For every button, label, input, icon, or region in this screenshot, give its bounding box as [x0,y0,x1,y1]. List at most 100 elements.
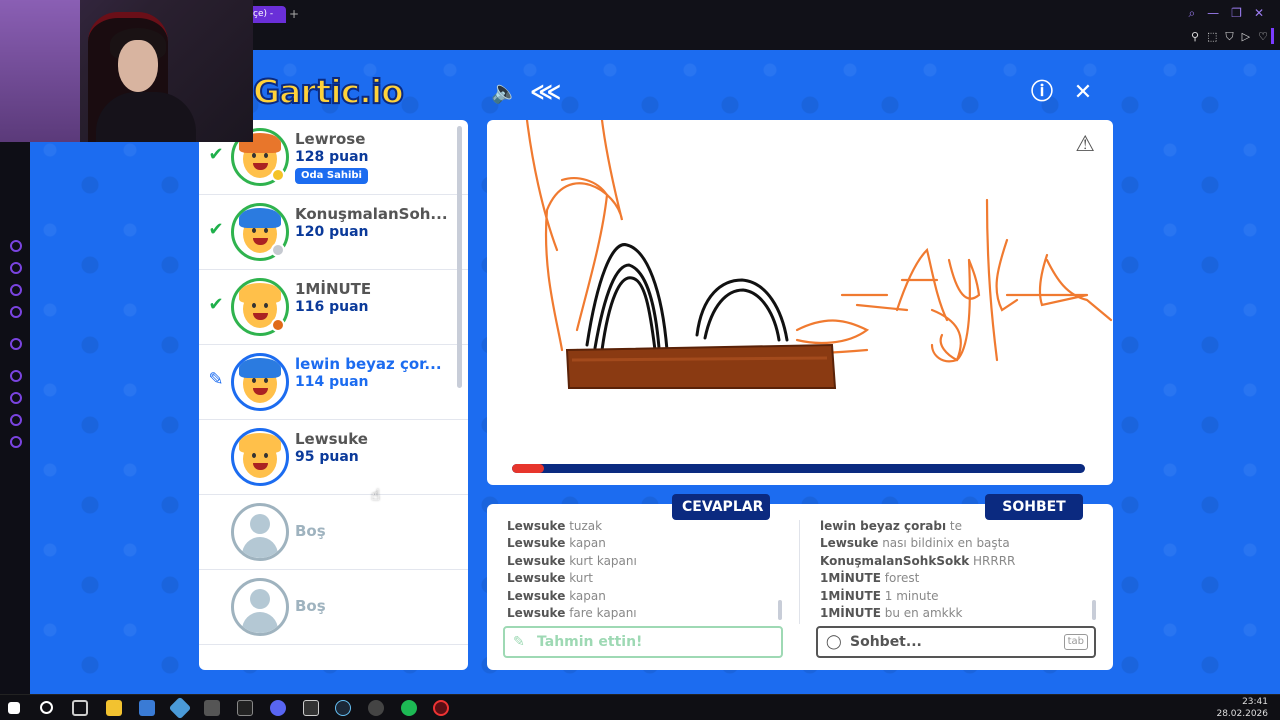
message-user: Lewsuke [507,571,566,586]
webcam-person-body [96,92,196,142]
opera-gx-icon[interactable] [433,700,449,716]
avatar-eye [264,153,268,158]
info-icon[interactable]: ⓘ [1027,78,1057,108]
avatar-eye [264,228,268,233]
gear-icon[interactable] [10,436,22,448]
player-score: 120 puan [295,224,369,240]
avatar-eye [264,303,268,308]
window-controls: ⌕ — ❐ ✕ [1188,6,1264,21]
sound-icon[interactable]: 🔈 [490,78,520,108]
avatar-eye [252,153,256,158]
answer-input[interactable]: ✎ Tahmin ettin! [503,626,783,658]
chat-bubble-icon: ◯ [826,634,842,650]
screenshot-icon[interactable]: ⬚ [1207,30,1217,44]
avatar-hair [239,433,281,453]
report-icon[interactable]: ⚠ [1075,132,1095,157]
player-name: Lewrose [295,130,366,148]
mouse-cursor: ☝ [371,486,381,504]
room-owner-badge: Oda Sahibi [295,168,368,184]
message-user: Lewsuke [507,519,566,533]
epic-games-icon[interactable] [303,700,319,716]
chat-message: Lewsuke tuzak [507,518,787,535]
spotify-icon[interactable] [401,700,417,716]
new-tab-button[interactable]: + [289,7,299,21]
app-icon[interactable] [204,700,220,716]
guessed-check-icon: ✔ [208,144,224,165]
chat-input[interactable]: ◯ Sohbet... tab [816,626,1096,658]
shield-icon[interactable]: ⛉ [1225,30,1233,44]
chat-log: lewin beyaz çorabı te Lewsuke nası bildin… [820,518,1100,622]
panel-divider [799,520,800,624]
player-row[interactable]: Lewsuke 95 puan [199,420,468,495]
minimize-icon[interactable]: — [1207,6,1219,21]
window-close-icon[interactable]: ✕ [1254,6,1264,21]
taskbar: 23:41 28.02.2026 [0,694,1280,720]
extensions-icon[interactable] [10,414,22,426]
drawing-canvas[interactable]: ⚠ [487,120,1113,485]
avatar-eye [252,453,256,458]
file-explorer-icon[interactable] [106,700,122,716]
vpn-icon[interactable] [168,696,192,720]
obs-icon[interactable] [368,700,384,716]
windows-start-icon[interactable] [8,702,20,714]
player-name: lewin beyaz çor... [295,355,442,373]
drawing [525,120,1113,389]
search-icon[interactable]: ⌕ [1188,6,1195,21]
empty-avatar [231,578,289,636]
player-row[interactable]: Boş [199,570,468,645]
answers-scrollbar[interactable] [778,600,782,620]
notes-icon[interactable] [10,284,22,296]
search-taskbar-icon[interactable] [40,701,53,714]
task-view-icon[interactable] [72,700,88,716]
arrow-app-icon[interactable] [237,700,253,716]
pin-icon[interactable]: ⚲ [1191,30,1199,44]
mail-icon[interactable] [10,306,22,318]
message-user: Lewsuke [507,553,566,568]
status-dot [271,318,285,332]
avatar [231,353,289,411]
tab-key-hint: tab [1063,634,1088,650]
avatar-placeholder-head [250,589,270,609]
guessed-check-icon: ✔ [208,294,224,315]
sidebar-toggle[interactable] [1271,28,1274,44]
remote-desktop-icon[interactable] [139,700,155,716]
discord-icon[interactable] [270,700,286,716]
close-icon[interactable]: ✕ [1068,78,1098,108]
message-text: HRRRR [973,553,1016,568]
guessed-check-icon: ✔ [208,219,224,240]
player-row[interactable]: Boş [199,495,468,570]
chat-message: 1MİNUTE 1 minute [820,588,1100,605]
answers-log: Lewsuke tuzak Lewsuke kapan Lewsuke kurt k… [507,518,787,622]
tab-answers[interactable]: CEVAPLAR [672,494,770,520]
system-clock[interactable]: 23:41 28.02.2026 [1216,696,1268,720]
message-text: bu en amkkk [884,606,963,621]
tab-chat[interactable]: SOHBET [985,494,1083,520]
avatar-hair [239,208,281,228]
message-user: Lewsuke [507,536,566,551]
restore-icon[interactable]: ❐ [1231,6,1242,21]
player-list-scrollbar[interactable] [457,126,462,388]
chat-panel: Lewsuke tuzak Lewsuke kapan Lewsuke kurt k… [487,504,1113,670]
message-user: lewin beyaz çorabı [820,519,947,533]
message-user: 1MİNUTE [820,571,881,586]
share-icon[interactable]: ⋘ [530,78,561,108]
player-row[interactable]: ✎ lewin beyaz çor... 114 puan [199,345,468,420]
heart-icon[interactable]: ♡ [1258,30,1268,44]
message-text: te [949,519,962,533]
play-icon[interactable]: ▷ [1242,30,1250,44]
avatar-placeholder-body [242,537,278,558]
player-name: Boş [295,522,326,540]
message-text: kapan [569,536,606,551]
history-icon[interactable] [10,392,22,404]
player-row[interactable]: ✔ 1MİNUTE 116 puan [199,270,468,345]
messenger-icon[interactable] [10,240,22,252]
player-row[interactable]: ✔ KonuşmalanSoh... 120 puan [199,195,468,270]
settings-icon[interactable] [10,338,22,350]
chat-scrollbar[interactable] [1092,600,1096,620]
webcam-overlay [0,0,253,142]
avatar-eye [264,453,268,458]
answer-placeholder: Tahmin ettin! [537,634,643,650]
wallet-icon[interactable] [10,262,22,274]
steam-icon[interactable] [335,700,351,716]
player-icon[interactable] [10,370,22,382]
